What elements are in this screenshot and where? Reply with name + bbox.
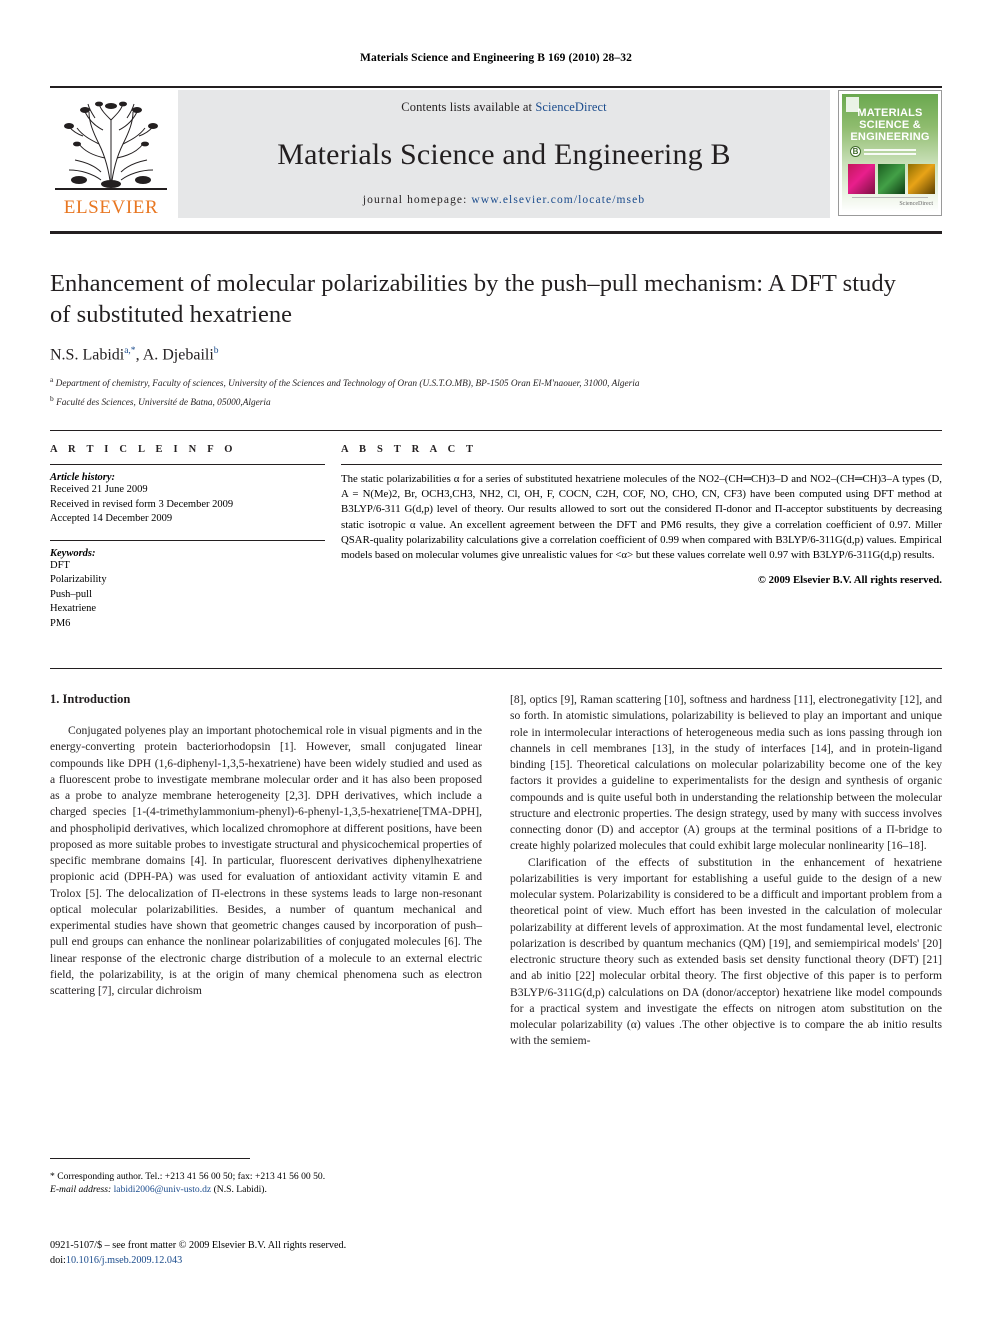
article-history-received: Received 21 June 2009 (50, 484, 148, 495)
article-info-rule (50, 464, 325, 465)
keyword-item: Polarizability (50, 574, 107, 585)
cover-divider (852, 197, 928, 198)
footnote-block: * Corresponding author. Tel.: +213 41 56… (50, 1170, 482, 1196)
journal-cover-thumbnail: MATERIALS SCIENCE & ENGINEERING B Scienc… (838, 90, 942, 216)
email-owner: (N.S. Labidi). (213, 1184, 267, 1196)
abstract-copyright: © 2009 Elsevier B.V. All rights reserved… (757, 574, 942, 587)
paper-page: Materials Science and Engineering B 169 … (0, 0, 992, 1323)
affiliations: a Department of chemistry, Faculty of sc… (50, 373, 910, 410)
keyword-item: DFT (50, 559, 70, 571)
body-column-right: [8], optics [9], Raman scattering [10], … (510, 692, 942, 1050)
abstract-rule (341, 464, 942, 465)
journal-masthead: ELSEVIER Contents lists available at Sci… (50, 86, 942, 218)
page-title: Enhancement of molecular polarizabilitie… (50, 270, 896, 328)
doi-link[interactable]: 10.1016/j.mseb.2009.12.043 (66, 1255, 182, 1266)
info-top-rule (50, 430, 942, 431)
author-1: N.S. Labidi (50, 346, 125, 364)
running-head: Materials Science and Engineering B 169 … (360, 52, 632, 64)
contents-prefix: Contents lists available at (401, 100, 536, 114)
email-link[interactable]: labidi2006@univ-usto.dz (114, 1184, 212, 1195)
journal-homepage-line: journal homepage: www.elsevier.com/locat… (363, 194, 645, 206)
section-heading-introduction: 1. Introduction (50, 692, 131, 706)
title-block: Enhancement of molecular polarizabilitie… (50, 268, 910, 411)
intro-paragraph-left: Conjugated polyenes play an important ph… (50, 724, 482, 997)
author-1-affil-marker[interactable]: a,* (124, 346, 135, 356)
affiliation-a-text: Department of chemistry, Faculty of scie… (55, 379, 640, 390)
doi-label: doi: (50, 1255, 66, 1266)
journal-banner: Contents lists available at ScienceDirec… (178, 90, 830, 218)
article-history-accepted: Accepted 14 December 2009 (50, 513, 173, 524)
author-separator: , (135, 346, 143, 364)
keyword-item: PM6 (50, 617, 71, 629)
cover-footer: ScienceDirect (899, 201, 933, 207)
email-label: E-mail address: (50, 1184, 112, 1196)
title-top-rule (50, 231, 942, 234)
article-history-revised: Received in revised form 3 December 2009 (50, 498, 234, 510)
journal-title: Materials Science and Engineering B (277, 137, 731, 171)
corresponding-author-note: * Corresponding author. Tel.: +213 41 56… (50, 1171, 326, 1182)
elsevier-tree-icon (55, 100, 167, 196)
masthead-top-rule (50, 86, 942, 88)
keywords-label: Keywords: (50, 547, 96, 559)
imprint-block: 0921-5107/$ – see front matter © 2009 El… (50, 1238, 500, 1268)
keyword-item: Push–pull (50, 588, 93, 600)
cover-tile-gold (908, 164, 935, 194)
abstract-heading: A B S T R A C T (341, 444, 478, 455)
body-column-left: 1. Introduction Conjugated polyenes play… (50, 692, 482, 1050)
author-list: N.S. Labidia,*, A. Djebailib (50, 346, 910, 364)
abstract-text: The static polarizabilities α for a seri… (341, 473, 942, 562)
abstract-column: A B S T R A C T The static polarizabilit… (325, 444, 942, 631)
homepage-link[interactable]: www.elsevier.com/locate/mseb (471, 194, 645, 206)
cover-badge-letter: B (850, 146, 861, 157)
intro-paragraph-right-2: Clarification of the effects of substitu… (510, 855, 942, 1048)
affiliation-b: b Faculté des Sciences, Université de Ba… (50, 392, 910, 411)
article-info-column: A R T I C L E I N F O Article history: R… (50, 444, 325, 631)
article-body: 1. Introduction Conjugated polyenes play… (50, 692, 942, 1050)
article-history-label: Article history: (50, 472, 116, 483)
contents-line: Contents lists available at ScienceDirec… (401, 100, 606, 115)
cover-title-line1: MATERIALS (857, 107, 923, 119)
homepage-prefix: journal homepage: (362, 194, 472, 206)
footnote-rule (50, 1158, 250, 1159)
cover-title-line2: SCIENCE & (859, 119, 921, 131)
email-note: E-mail address: labidi2006@univ-usto.dz … (50, 1183, 482, 1196)
info-abstract-block: A R T I C L E I N F O Article history: R… (50, 444, 942, 631)
cover-badge: B (850, 146, 916, 157)
affiliation-a-marker: a (50, 375, 54, 385)
cover-tile-magenta (848, 164, 875, 194)
elsevier-logo: ELSEVIER (50, 90, 172, 218)
keywords-rule (50, 539, 325, 541)
affiliation-a: a Department of chemistry, Faculty of sc… (50, 373, 910, 392)
issn-copyright-line: 0921-5107/$ – see front matter © 2009 El… (50, 1240, 347, 1251)
intro-paragraph-right-continued: [8], optics [9], Raman scattering [10], … (510, 693, 942, 853)
cover-tile-green (878, 164, 905, 194)
cover-badge-subtitle (864, 148, 916, 155)
cover-image-tiles (848, 164, 935, 194)
article-info-heading: A R T I C L E I N F O (50, 444, 237, 455)
keyword-item: Hexatriene (50, 603, 97, 614)
doi-line: doi:10.1016/j.mseb.2009.12.043 (50, 1253, 500, 1268)
affiliation-b-text: Faculté des Sciences, Université de Batn… (56, 398, 271, 409)
sciencedirect-link[interactable]: ScienceDirect (535, 100, 606, 114)
body-top-rule (50, 668, 942, 669)
author-2: A. Djebaili (142, 346, 214, 364)
author-2-affil-marker[interactable]: b (214, 346, 219, 356)
affiliation-b-marker: b (50, 393, 54, 403)
cover-title: MATERIALS SCIENCE & ENGINEERING (842, 107, 938, 143)
cover-title-line3: ENGINEERING (850, 131, 930, 143)
elsevier-wordmark: ELSEVIER (63, 197, 159, 218)
